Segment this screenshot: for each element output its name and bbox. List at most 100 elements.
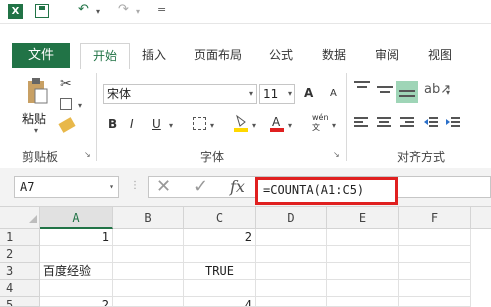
tab-file[interactable]: 文件: [12, 43, 70, 68]
cell-e2[interactable]: [327, 246, 399, 263]
cell-a1[interactable]: 1: [40, 229, 113, 246]
borders-icon[interactable]: [193, 117, 206, 130]
fill-color-icon[interactable]: [234, 114, 248, 132]
row-header[interactable]: 2: [0, 246, 40, 263]
column-header-b[interactable]: B: [113, 207, 184, 229]
enter-icon[interactable]: ✓: [193, 176, 208, 197]
font-size-value: 11: [263, 87, 279, 101]
cell-e3[interactable]: [327, 263, 399, 280]
undo-icon[interactable]: ↶: [78, 2, 89, 17]
chevron-down-icon[interactable]: ▾: [288, 85, 292, 103]
cell-b5[interactable]: [113, 297, 184, 307]
select-all-corner[interactable]: [0, 207, 40, 229]
name-box[interactable]: A7 ▾: [14, 176, 119, 198]
redo-dropdown-icon[interactable]: ▾: [136, 7, 140, 16]
cell-c4[interactable]: [184, 280, 256, 297]
column-header-e[interactable]: E: [327, 207, 399, 229]
row-header[interactable]: 3: [0, 263, 40, 280]
cell-a4[interactable]: [40, 280, 113, 297]
cell-d4[interactable]: [256, 280, 327, 297]
underline-button[interactable]: U: [152, 117, 161, 131]
shrink-font-button[interactable]: A: [330, 88, 337, 99]
tab-formulas[interactable]: 公式: [265, 43, 297, 68]
cell-c3[interactable]: TRUE: [184, 263, 256, 280]
chevron-down-icon[interactable]: ▾: [109, 177, 114, 197]
cell-e5[interactable]: [327, 297, 399, 307]
cell-d3[interactable]: [256, 263, 327, 280]
formula-input[interactable]: =COUNTA(A1:C5): [255, 177, 398, 205]
tab-review[interactable]: 审阅: [371, 43, 403, 68]
orientation-dropdown-icon[interactable]: ▾: [446, 88, 450, 97]
cell-b4[interactable]: [113, 280, 184, 297]
font-color-dropdown-icon[interactable]: ▾: [288, 121, 292, 130]
column-header-f[interactable]: F: [399, 207, 471, 229]
column-header-a[interactable]: A: [40, 207, 113, 229]
font-size-combo[interactable]: 11 ▾: [259, 84, 295, 104]
cell-b3[interactable]: [113, 263, 184, 280]
tab-home[interactable]: 开始: [80, 43, 130, 70]
redo-icon[interactable]: ↷: [118, 2, 129, 17]
cell-e1[interactable]: [327, 229, 399, 246]
cell-c2[interactable]: [184, 246, 256, 263]
cell-d1[interactable]: [256, 229, 327, 246]
row-header[interactable]: 1: [0, 229, 40, 246]
decrease-indent-icon[interactable]: [424, 117, 438, 129]
cell-f4[interactable]: [399, 280, 471, 297]
font-launcher-icon[interactable]: ↘: [333, 150, 340, 159]
bold-button[interactable]: B: [108, 117, 117, 131]
phonetic-dropdown-icon[interactable]: ▾: [332, 121, 336, 130]
fill-color-dropdown-icon[interactable]: ▾: [252, 121, 256, 130]
tab-view[interactable]: 视图: [424, 43, 456, 68]
cell-e4[interactable]: [327, 280, 399, 297]
cell-f3[interactable]: [399, 263, 471, 280]
chevron-down-icon[interactable]: ▾: [249, 85, 253, 103]
customize-toolbar-icon[interactable]: =: [157, 3, 166, 16]
cell-d2[interactable]: [256, 246, 327, 263]
cell-c5[interactable]: 4: [184, 297, 256, 307]
tab-data[interactable]: 数据: [318, 43, 350, 68]
align-bottom-icon[interactable]: [396, 81, 418, 103]
row-header[interactable]: 4: [0, 280, 40, 297]
align-left-icon[interactable]: [354, 117, 368, 129]
phonetic-guide-button[interactable]: wén 文: [312, 113, 330, 133]
save-icon[interactable]: [35, 4, 49, 18]
font-color-icon[interactable]: A: [270, 114, 284, 132]
grow-font-button[interactable]: A: [304, 86, 313, 100]
drag-handle-icon[interactable]: ⋮: [130, 180, 140, 191]
cell-b1[interactable]: [113, 229, 184, 246]
column-header-d[interactable]: D: [256, 207, 327, 229]
cancel-icon[interactable]: ✕: [156, 176, 171, 197]
cell-f2[interactable]: [399, 246, 471, 263]
increase-indent-icon[interactable]: [446, 117, 460, 129]
name-box-value: A7: [20, 180, 35, 194]
cell-f1[interactable]: [399, 229, 471, 246]
font-name-combo[interactable]: 宋体 ▾: [103, 84, 257, 104]
tab-insert[interactable]: 插入: [138, 43, 170, 68]
paste-label[interactable]: 粘贴: [22, 110, 46, 127]
underline-dropdown-icon[interactable]: ▾: [169, 121, 173, 130]
cell-c1[interactable]: 2: [184, 229, 256, 246]
cell-d5[interactable]: [256, 297, 327, 307]
align-right-icon[interactable]: [400, 117, 414, 129]
cut-icon[interactable]: ✂: [60, 76, 72, 92]
copy-dropdown-icon[interactable]: ▾: [78, 101, 82, 110]
row-header[interactable]: 5: [0, 297, 40, 307]
copy-icon[interactable]: [60, 98, 72, 110]
column-header-c[interactable]: C: [184, 207, 256, 229]
clipboard-launcher-icon[interactable]: ↘: [84, 150, 91, 159]
insert-function-icon[interactable]: fx: [230, 177, 245, 196]
cell-b2[interactable]: [113, 246, 184, 263]
cell-a2[interactable]: [40, 246, 113, 263]
cell-a3[interactable]: 百度经验: [40, 263, 113, 280]
align-middle-icon[interactable]: [377, 84, 393, 96]
paste-icon[interactable]: [26, 77, 48, 105]
cell-f5[interactable]: [399, 297, 471, 307]
tab-page-layout[interactable]: 页面布局: [190, 43, 246, 68]
align-top-icon[interactable]: [354, 80, 370, 92]
paste-dropdown-icon[interactable]: ▾: [34, 126, 38, 135]
undo-dropdown-icon[interactable]: ▾: [96, 7, 100, 16]
italic-button[interactable]: I: [130, 117, 134, 131]
align-center-icon[interactable]: [377, 117, 391, 129]
cell-a5[interactable]: 2: [40, 297, 113, 307]
borders-dropdown-icon[interactable]: ▾: [210, 121, 214, 130]
